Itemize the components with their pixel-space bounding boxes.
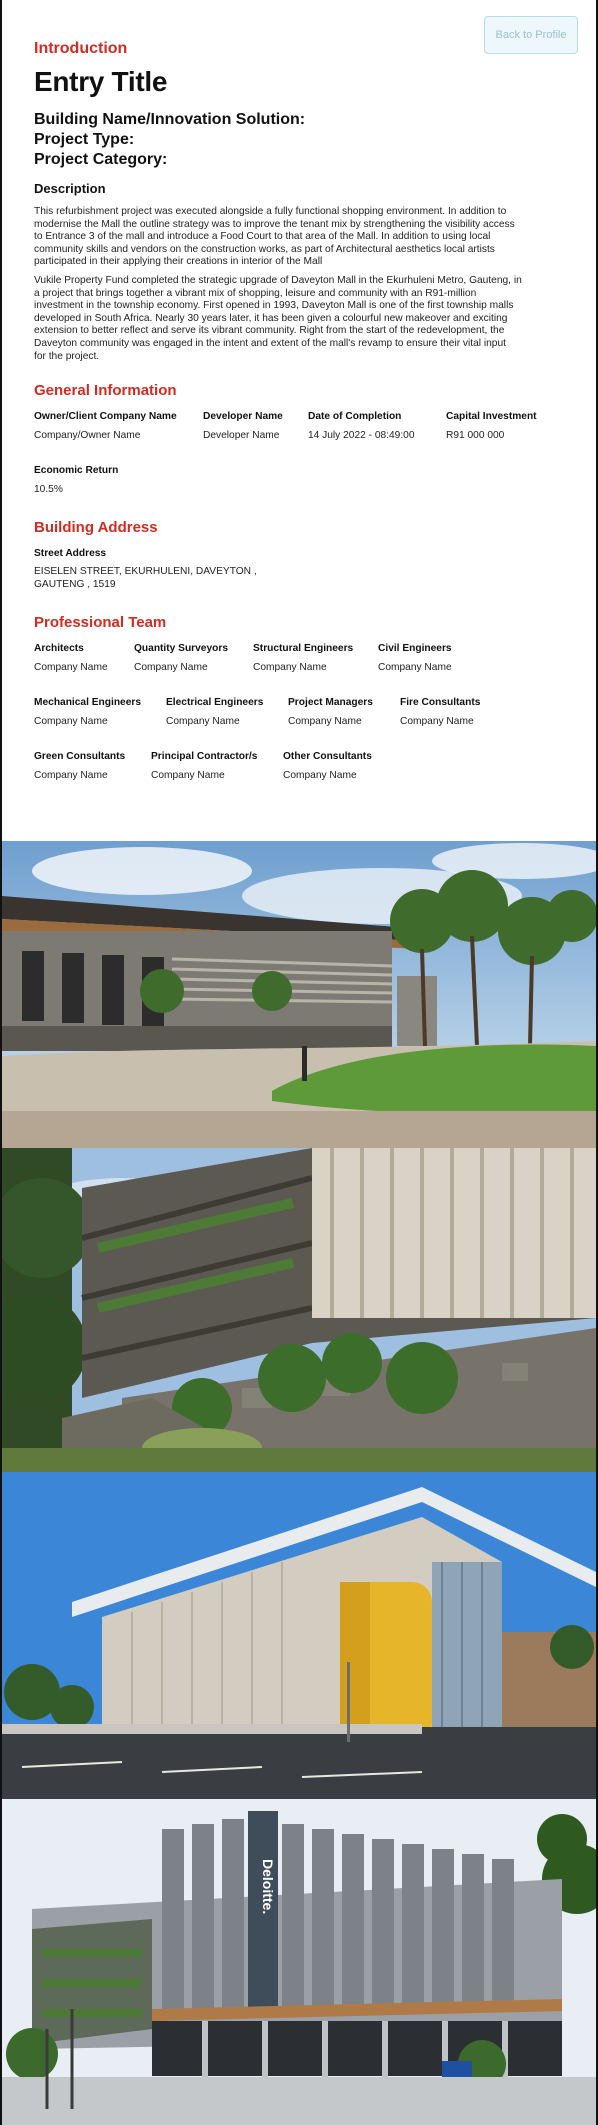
team-role-label: Civil Engineers <box>378 643 452 654</box>
paragraph-line: investment in the township economy. Firs… <box>34 300 514 312</box>
building-name-label: Building Name/Innovation Solution: <box>34 111 306 128</box>
economic-return-label: Economic Return <box>34 465 119 476</box>
general-information-heading: General Information <box>34 382 177 399</box>
description-heading: Description <box>34 181 106 196</box>
team-role-label: Structural Engineers <box>253 643 354 654</box>
team-member-civil-engineers: Civil Engineers Company Name <box>378 643 452 673</box>
gallery-photo-3 <box>2 1472 596 1799</box>
economic-return-value: 10.5% <box>34 484 63 495</box>
team-member-other-consultants: Other Consultants Company Name <box>283 751 372 781</box>
street-address-line-2: GAUTENG , 1519 <box>34 578 116 590</box>
team-role-label: Other Consultants <box>283 751 372 762</box>
owner-field: Owner/Client Company Name Company/Owner … <box>34 411 177 441</box>
team-member-structural-engineers: Structural Engineers Company Name <box>253 643 353 673</box>
street-address-label: Street Address <box>34 548 107 559</box>
paragraph-line: a project that brings together a vibrant… <box>34 287 477 299</box>
completion-date-field: Date of Completion 14 July 2022 - 08:49:… <box>308 411 414 441</box>
completion-date-value: 14 July 2022 - 08:49:00 <box>308 430 415 441</box>
description-paragraph-1: This refurbishment project was executed … <box>34 206 550 269</box>
street-address-value: EISELEN STREET, EKURHULENI, DAVEYTON , G… <box>34 566 284 591</box>
completion-date-label: Date of Completion <box>308 411 402 422</box>
team-member-project-managers: Project Managers Company Name <box>288 697 373 727</box>
paragraph-line: Vukile Property Fund completed the strat… <box>34 275 522 286</box>
paragraph-line: community skills and vendors on the cons… <box>34 243 495 255</box>
capital-investment-value: R91 000 000 <box>446 430 505 441</box>
team-company-value: Company Name <box>34 770 108 781</box>
team-company-value: Company Name <box>288 716 362 727</box>
professional-team-heading: Professional Team <box>34 614 167 631</box>
team-member-quantity-surveyors: Quantity Surveyors Company Name <box>134 643 228 673</box>
description-paragraph-2: Vukile Property Fund completed the strat… <box>34 275 550 363</box>
paragraph-line: to Entrance 3 of the mall and introduce … <box>34 231 491 243</box>
team-member-green-consultants: Green Consultants Company Name <box>34 751 125 781</box>
team-role-label: Principal Contractor/s <box>151 751 258 762</box>
team-company-value: Company Name <box>151 770 225 781</box>
team-role-label: Mechanical Engineers <box>34 697 142 708</box>
paragraph-line: developed in South Africa. Nearly 30 yea… <box>34 312 508 324</box>
team-company-value: Company Name <box>253 662 327 673</box>
building-photo-image: Deloitte. <box>2 1799 596 2125</box>
paragraph-line: Daveyton community was engaged in the in… <box>34 337 506 349</box>
paragraph-line: participated in their applying their cre… <box>34 256 323 268</box>
developer-field: Developer Name Developer Name <box>203 411 283 441</box>
team-role-label: Fire Consultants <box>400 697 481 708</box>
building-photo-image <box>2 1148 596 1472</box>
street-address-line-1: EISELEN STREET, EKURHULENI, DAVEYTON , <box>34 566 257 577</box>
team-company-value: Company Name <box>34 662 108 673</box>
paragraph-line: for the project. <box>34 350 100 362</box>
owner-value: Company/Owner Name <box>34 430 141 441</box>
paragraph-line: modernise the Mall the outline strategy … <box>34 218 515 230</box>
team-role-label: Green Consultants <box>34 751 126 762</box>
street-address-field: Street Address EISELEN STREET, EKURHULEN… <box>34 548 284 591</box>
paragraph-line: extension to better reflect and serve it… <box>34 325 505 337</box>
developer-value: Developer Name <box>203 430 280 441</box>
project-type-label: Project Type: <box>34 131 135 148</box>
team-company-value: Company Name <box>166 716 240 727</box>
building-address-heading: Building Address <box>34 519 158 536</box>
paragraph-line: This refurbishment project was executed … <box>34 206 507 217</box>
team-member-principal-contractor: Principal Contractor/s Company Name <box>151 751 257 781</box>
team-member-architects: Architects Company Name <box>34 643 108 673</box>
capital-investment-field: Capital Investment R91 000 000 <box>446 411 537 441</box>
team-role-label: Quantity Surveyors <box>134 643 228 654</box>
team-company-value: Company Name <box>283 770 357 781</box>
owner-label: Owner/Client Company Name <box>34 411 177 422</box>
team-company-value: Company Name <box>400 716 474 727</box>
capital-investment-label: Capital Investment <box>446 411 537 422</box>
building-photo-image <box>2 841 596 1148</box>
project-category-label: Project Category: <box>34 151 168 168</box>
gallery-photo-4: Deloitte. <box>2 1799 596 2125</box>
back-to-profile-button[interactable]: Back to Profile <box>484 16 578 54</box>
team-member-fire-consultants: Fire Consultants Company Name <box>400 697 480 727</box>
team-member-mechanical-engineers: Mechanical Engineers Company Name <box>34 697 141 727</box>
introduction-label: Introduction <box>34 40 128 57</box>
team-company-value: Company Name <box>378 662 452 673</box>
team-role-label: Electrical Engineers <box>166 697 264 708</box>
economic-return-field: Economic Return 10.5% <box>34 465 118 495</box>
gallery-photo-2 <box>2 1148 596 1472</box>
team-role-label: Project Managers <box>288 697 373 708</box>
team-member-electrical-engineers: Electrical Engineers Company Name <box>166 697 263 727</box>
team-company-value: Company Name <box>34 716 108 727</box>
building-sign-text: Deloitte. <box>260 1859 276 1914</box>
team-company-value: Company Name <box>134 662 208 673</box>
team-role-label: Architects <box>34 643 84 654</box>
entry-title: Entry Title <box>34 66 168 97</box>
building-photo-image <box>2 1472 596 1799</box>
developer-label: Developer Name <box>203 411 283 422</box>
gallery-photo-1 <box>2 841 596 1148</box>
